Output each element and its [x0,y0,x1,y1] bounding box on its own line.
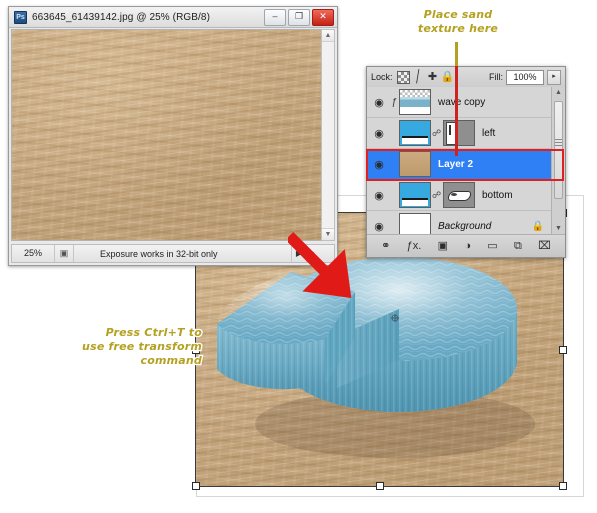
maximize-button[interactable]: ❐ [288,9,310,26]
layer-mask-thumbnail[interactable] [443,120,475,146]
lock-transparent-pixels-icon[interactable] [396,71,410,84]
layer-row-layer-2[interactable]: ◉ Layer 2 [367,149,552,180]
fx-indicator-icon: ƒ [391,96,397,108]
lock-image-pixels-icon[interactable]: ╱ [409,68,427,86]
panel-scroll-up-icon[interactable]: ▲ [552,87,565,99]
annotation-free-transform: Press Ctrl+T to use free transform comma… [40,325,203,369]
layer-thumbnail[interactable] [399,213,431,235]
annotation-pointer-line-red [455,66,458,156]
layer-row-bottom[interactable]: ◉ ☍ bottom [367,180,552,211]
minimize-button[interactable]: – [264,9,286,26]
layer-row-left[interactable]: ◉ ☍ left [367,118,552,149]
link-mask-icon[interactable]: ☍ [431,128,442,139]
close-button[interactable]: ✕ [312,9,334,26]
fill-group: Fill: 100% ▸ [489,69,561,85]
status-message: Exposure works in 32-bit only [100,248,218,259]
document-canvas-sand-texture[interactable] [11,29,323,241]
layer-thumbnail[interactable] [399,151,431,177]
fill-dropdown-arrow-icon[interactable]: ▸ [547,69,561,85]
red-arrow-icon [285,228,368,306]
document-titlebar[interactable]: Ps 663645_61439142.jpg @ 25% (RGB/8) – ❐… [9,7,337,28]
transform-handle-bottom-left[interactable] [192,482,200,490]
layer-thumbnail[interactable] [399,182,431,208]
new-group-button[interactable]: ▭ [487,235,497,257]
photoshop-icon: Ps [14,10,27,24]
annotation-line: use free transform [81,339,203,355]
layer-row-wave-copy[interactable]: ◉ ƒ wave copy [367,87,552,118]
add-layer-mask-button[interactable]: ▣ [438,235,448,257]
layer-style-fx-button[interactable]: ƒx. [407,235,422,257]
fill-label: Fill: [489,72,503,82]
layer-name: left [482,127,496,139]
layers-panel[interactable]: Lock: ╱ ✚ 🔒 Fill: 100% ▸ ◉ ƒ wave copy ◉… [366,66,566,258]
image-document-window[interactable]: Ps 663645_61439142.jpg @ 25% (RGB/8) – ❐… [8,6,338,266]
layer-locked-icon: 🔒 [531,220,544,232]
annotation-pointer-stem [455,42,458,66]
delete-layer-button[interactable]: ⌧ [538,235,551,257]
visibility-eye-icon[interactable]: ◉ [369,96,389,109]
layer-name: Background [438,220,492,232]
document-title: 663645_61439142.jpg @ 25% (RGB/8) [32,11,211,23]
layer-row-background[interactable]: ◉ Background 🔒 [367,211,552,235]
scroll-up-arrow-icon[interactable]: ▲ [322,30,334,42]
annotation-line: Place sand [422,7,493,23]
link-layers-button[interactable]: ⚭ [381,235,390,257]
link-mask-icon[interactable]: ☍ [431,190,442,201]
annotation-line: Press Ctrl+T to [104,325,203,341]
layer-name: bottom [482,189,513,201]
transform-handle-middle-right[interactable] [559,345,567,354]
lock-all-icon[interactable]: 🔒 [441,70,455,84]
layers-lock-row: Lock: ╱ ✚ 🔒 Fill: 100% ▸ [367,67,565,88]
transform-handle-bottom-center[interactable] [375,482,384,490]
adjustment-layer-button[interactable]: ◑ [464,235,471,257]
visibility-eye-icon[interactable]: ◉ [369,220,389,233]
document-vertical-scrollbar[interactable]: ▲ ▼ [321,29,335,241]
zoom-level[interactable]: 25% [12,245,55,262]
visibility-eye-icon[interactable]: ◉ [369,127,389,140]
layer-name: Layer 2 [438,158,474,170]
visibility-eye-icon[interactable]: ◉ [369,158,389,171]
layer-name: wave copy [438,96,486,108]
layer-list[interactable]: ◉ ƒ wave copy ◉ ☍ left ◉ Layer 2 ◉ ☍ bot… [367,87,552,235]
lock-position-icon[interactable]: ✚ [426,70,440,84]
panel-scroll-thumb[interactable] [554,101,563,199]
layers-panel-footer: ⚭ ƒx. ▣ ◑ ▭ ⧉ ⌧ [367,234,565,257]
annotation-line: command [139,353,203,369]
layer-thumbnail[interactable] [399,120,431,146]
lock-label: Lock: [371,72,393,82]
visibility-eye-icon[interactable]: ◉ [369,189,389,202]
layer-mask-thumbnail[interactable] [443,182,475,208]
layers-panel-scrollbar[interactable]: ▲ ▼ [551,87,565,235]
fill-value[interactable]: 100% [506,69,544,85]
document-icon: ▣ [55,245,74,262]
layer-thumbnail[interactable] [399,89,431,115]
window-controls: – ❐ ✕ [264,9,334,26]
annotation-line: texture here [417,21,500,37]
annotation-place-sand: Place sand texture here [398,7,518,37]
transform-handle-bottom-right[interactable] [559,482,567,490]
panel-scroll-grip [555,139,562,146]
document-status-bar: 25% ▣ Exposure works in 32-bit only ▶ ◂ [11,244,335,263]
new-layer-button[interactable]: ⧉ [514,235,522,257]
